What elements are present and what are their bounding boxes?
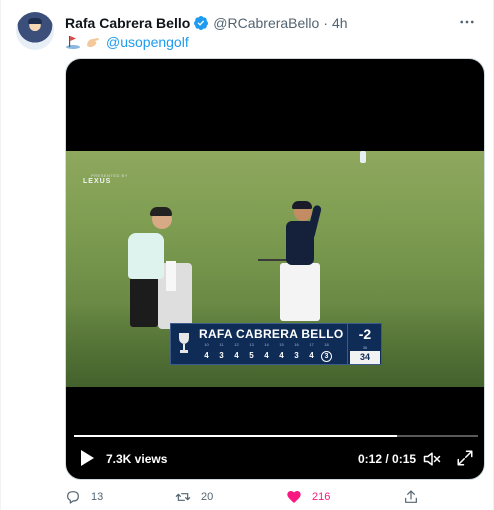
tweet-actions: 13 20 216 bbox=[65, 487, 485, 507]
video-frame[interactable]: PRESENTED BY LEXUS RAFA CABRERA BELLO 10… bbox=[66, 151, 484, 387]
reply-icon bbox=[67, 491, 79, 504]
scoreboard-overlay: RAFA CABRERA BELLO 10 11 12 13 14 15 16 17 18 43… bbox=[170, 323, 382, 365]
scoreboard-hole-score: 3 bbox=[294, 351, 299, 360]
sponsor-logo: PRESENTED BY LEXUS bbox=[83, 173, 128, 185]
scoreboard-hole-scores: 434544343 bbox=[199, 351, 334, 362]
progress-bar-fill bbox=[74, 435, 398, 437]
mention-link[interactable]: @usopengolf bbox=[106, 34, 189, 50]
author-name[interactable]: Rafa Cabrera Bello bbox=[65, 15, 190, 31]
scoreboard-hole-score: 4 bbox=[309, 351, 314, 360]
like-button[interactable]: 216 bbox=[286, 487, 330, 507]
play-icon[interactable] bbox=[79, 449, 95, 467]
reply-count: 13 bbox=[91, 491, 104, 503]
heart-filled-icon bbox=[287, 491, 301, 503]
trophy-icon bbox=[177, 331, 191, 357]
verified-badge-icon bbox=[193, 15, 209, 31]
video-player[interactable]: PRESENTED BY LEXUS RAFA CABRERA BELLO 10… bbox=[65, 58, 485, 480]
tweet-header: Rafa Cabrera Bello @RCabreraBello · 4h bbox=[65, 13, 348, 33]
more-icon[interactable] bbox=[457, 12, 477, 32]
share-icon bbox=[405, 490, 417, 503]
view-count: 7.3K views bbox=[106, 452, 168, 466]
retweet-icon bbox=[175, 493, 191, 501]
tweet-card[interactable]: Rafa Cabrera Bello @RCabreraBello · 4h @… bbox=[0, 0, 494, 510]
scoreboard-hole-number: 18 bbox=[324, 342, 329, 347]
scoreboard-hole-score: 5 bbox=[249, 351, 254, 360]
scoreboard-round-hole: 36 bbox=[362, 345, 368, 350]
author-handle[interactable]: @RCabreraBello bbox=[213, 15, 319, 31]
scoreboard-hole-score: 4 bbox=[234, 351, 239, 360]
tweet-timestamp[interactable]: 4h bbox=[332, 15, 348, 31]
scoreboard-hole-score: 4 bbox=[279, 351, 284, 360]
retweet-count: 20 bbox=[201, 491, 214, 503]
share-button[interactable] bbox=[403, 487, 429, 507]
scoreboard-hole-number: 14 bbox=[264, 342, 269, 347]
scoreboard-hole-number: 17 bbox=[309, 342, 314, 347]
scoreboard-player: RAFA CABRERA BELLO bbox=[199, 327, 344, 341]
avatar[interactable] bbox=[16, 12, 54, 50]
reply-button[interactable]: 13 bbox=[65, 487, 103, 507]
scoreboard-hole-number: 15 bbox=[279, 342, 284, 347]
tipping-hand-icon bbox=[85, 35, 101, 49]
scoreboard-hole-number: 16 bbox=[294, 342, 299, 347]
scoreboard-hole-number: 10 bbox=[204, 342, 209, 347]
scoreboard-hole-number: 11 bbox=[219, 342, 224, 347]
scoreboard-hole-number: 13 bbox=[249, 342, 254, 347]
scoreboard-hole-numbers: 10 11 12 13 14 15 16 17 18 bbox=[199, 342, 334, 347]
separator-dot: · bbox=[323, 15, 328, 31]
fullscreen-icon[interactable] bbox=[456, 449, 474, 467]
scoreboard-to-par: -2 bbox=[358, 326, 372, 342]
video-time: 0:12 / 0:15 bbox=[358, 452, 417, 466]
scoreboard-hole-score: 3 bbox=[219, 351, 224, 360]
scoreboard-hole-number: 12 bbox=[234, 342, 239, 347]
retweet-button[interactable]: 20 bbox=[175, 487, 213, 507]
like-count: 216 bbox=[312, 491, 331, 503]
scoreboard-hole-score: 4 bbox=[204, 351, 209, 360]
tweet-text: @usopengolf bbox=[65, 33, 189, 51]
scoreboard-total: 34 bbox=[350, 351, 380, 364]
progress-bar[interactable] bbox=[74, 435, 478, 437]
golf-flag-icon bbox=[65, 35, 81, 49]
scoreboard-hole-score: 3 bbox=[321, 351, 332, 362]
scoreboard-hole-score: 4 bbox=[264, 351, 269, 360]
video-controls: 7.3K views 0:12 / 0:15 bbox=[66, 425, 484, 479]
muted-speaker-icon[interactable] bbox=[422, 449, 442, 469]
